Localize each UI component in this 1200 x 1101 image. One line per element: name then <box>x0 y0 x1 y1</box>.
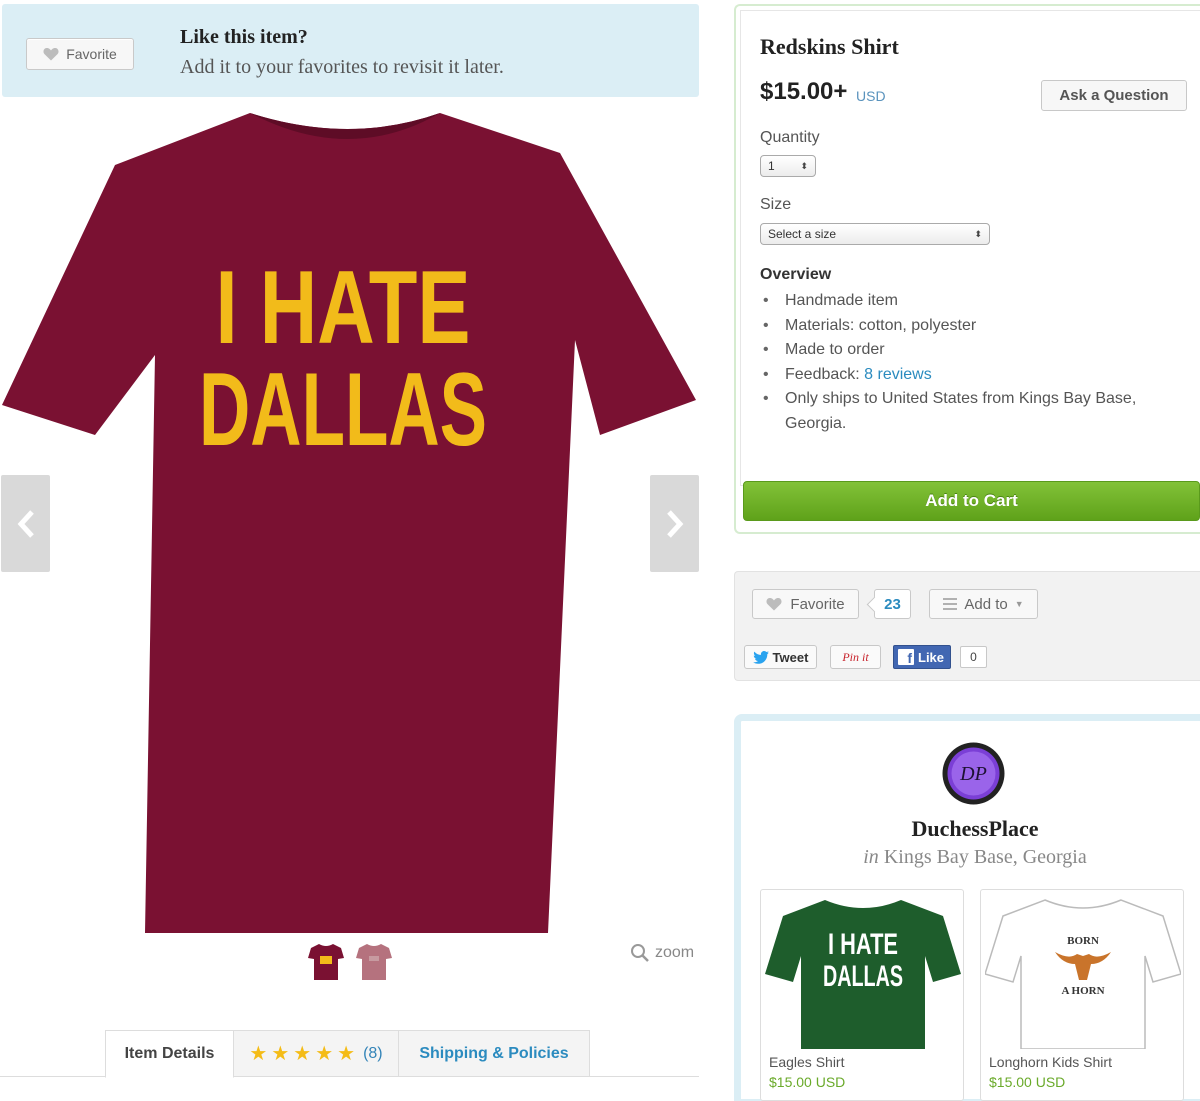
facebook-like-button[interactable]: f Like <box>893 645 951 669</box>
thumbnail-pink-shirt[interactable] <box>355 942 393 982</box>
heart-icon <box>43 47 59 61</box>
quantity-value: 1 <box>768 159 775 173</box>
shirt-text-line1: I HATE <box>216 250 471 366</box>
heart-icon <box>766 597 782 611</box>
shop-item-name: Eagles Shirt <box>769 1054 845 1070</box>
like-label: Like <box>918 649 945 665</box>
shop-location-prefix: in <box>863 846 879 868</box>
star-icon: ★ <box>293 1042 312 1065</box>
size-placeholder: Select a size <box>768 227 837 241</box>
star-icon: ★ <box>337 1042 356 1065</box>
twitter-bird-icon <box>752 650 769 664</box>
add-to-list-button[interactable]: Add to ▼ <box>929 589 1038 619</box>
favorite-button-secondary[interactable]: Favorite <box>752 589 859 619</box>
shop-item-price: $15.00 USD <box>989 1074 1066 1090</box>
list-icon <box>943 598 958 610</box>
favorite-button-label: Favorite <box>66 46 117 62</box>
quantity-select[interactable]: 1 ⬍ <box>760 155 816 177</box>
chevron-left-icon <box>17 509 34 538</box>
listing-price: $15.00+ <box>760 78 848 105</box>
add-to-label: Add to <box>964 595 1008 613</box>
zoom-button[interactable]: zoom <box>630 943 694 963</box>
chevron-down-icon: ▼ <box>1014 599 1024 609</box>
overview-item-feedback: Feedback: 8 reviews <box>763 363 1173 388</box>
shop-location-text: Kings Bay Base, Georgia <box>883 846 1087 868</box>
favorite-banner: Favorite Like this item? Add it to your … <box>2 4 699 97</box>
zoom-label: zoom <box>655 944 695 961</box>
shop-item-text-line1: BORN <box>1067 935 1099 947</box>
overview-item: Materials: cotton, polyester <box>763 314 1173 339</box>
ask-question-button[interactable]: Ask a Question <box>1041 80 1187 111</box>
shop-item-card[interactable]: I HATE DALLAS Eagles Shirt $15.00 USD <box>760 889 964 1101</box>
product-image[interactable]: I HATE DALLAS <box>0 105 699 935</box>
reviews-link[interactable]: 8 reviews <box>864 366 932 383</box>
next-image-button[interactable] <box>650 475 699 572</box>
shirt-shape <box>2 113 696 933</box>
star-icon: ★ <box>315 1042 334 1065</box>
favorite-button[interactable]: Favorite <box>26 38 134 70</box>
overview-list: Handmade item Materials: cotton, polyest… <box>763 289 1173 436</box>
favorite-count: 23 <box>874 589 911 619</box>
overview-heading: Overview <box>760 266 832 283</box>
tab-item-details[interactable]: Item Details <box>105 1030 234 1078</box>
shop-item-card[interactable]: BORN A HORN Longhorn Kids Shirt $15.00 U… <box>980 889 1184 1101</box>
shop-item-image: BORN A HORN <box>985 899 1181 1049</box>
shop-avatar[interactable]: DP <box>942 742 1005 805</box>
shop-item-image: I HATE DALLAS <box>765 900 961 1049</box>
star-icon: ★ <box>271 1042 290 1065</box>
thumbnail-strip <box>307 942 393 982</box>
favorite-banner-title: Like this item? <box>180 26 308 48</box>
shirt-text-line2: DALLAS <box>199 352 487 468</box>
tweet-label: Tweet <box>772 649 809 665</box>
size-label: Size <box>760 196 792 213</box>
tab-reviews[interactable]: ★ ★ ★ ★ ★ (8) <box>233 1030 399 1077</box>
favorite-label: Favorite <box>790 595 845 613</box>
select-arrows-icon: ⬍ <box>800 160 808 171</box>
shop-location: in Kings Bay Base, Georgia <box>830 846 1120 869</box>
select-arrows-icon: ⬍ <box>974 228 982 239</box>
listing-title: Redskins Shirt <box>760 34 899 59</box>
shop-name[interactable]: DuchessPlace <box>900 816 1050 842</box>
star-icon: ★ <box>249 1042 268 1065</box>
pin-it-button[interactable]: Pin it <box>830 645 881 669</box>
like-count: 0 <box>960 646 987 668</box>
feedback-prefix: Feedback: <box>785 365 865 383</box>
overview-item: Made to order <box>763 338 1173 363</box>
overview-item: Only ships to United States from Kings B… <box>763 387 1173 436</box>
price-currency: USD <box>856 88 886 104</box>
shop-item-text-line2: A HORN <box>1061 985 1104 997</box>
shop-item-text-line1: I HATE <box>828 928 898 961</box>
overview-item: Handmade item <box>763 289 1173 314</box>
favorite-banner-subtitle: Add it to your favorites to revisit it l… <box>180 56 504 78</box>
shop-item-name: Longhorn Kids Shirt <box>989 1054 1112 1070</box>
magnifier-icon <box>631 944 649 962</box>
chevron-right-icon <box>666 509 683 538</box>
reviews-count: (8) <box>363 1044 383 1062</box>
avatar-initials: DP <box>959 763 987 785</box>
tab-shipping-policies[interactable]: Shipping & Policies <box>398 1030 590 1077</box>
size-select[interactable]: Select a size ⬍ <box>760 223 990 245</box>
previous-image-button[interactable] <box>1 475 50 572</box>
shop-item-text-line2: DALLAS <box>823 960 903 993</box>
facebook-icon: f <box>898 649 914 665</box>
shop-item-price: $15.00 USD <box>769 1074 846 1090</box>
item-tabs: Item Details ★ ★ ★ ★ ★ (8) Shipping & Po… <box>0 1030 699 1101</box>
add-to-cart-button[interactable]: Add to Cart <box>743 481 1200 521</box>
tweet-button[interactable]: Tweet <box>744 645 817 669</box>
thumbnail-maroon-shirt[interactable] <box>307 942 345 982</box>
quantity-label: Quantity <box>760 129 820 146</box>
